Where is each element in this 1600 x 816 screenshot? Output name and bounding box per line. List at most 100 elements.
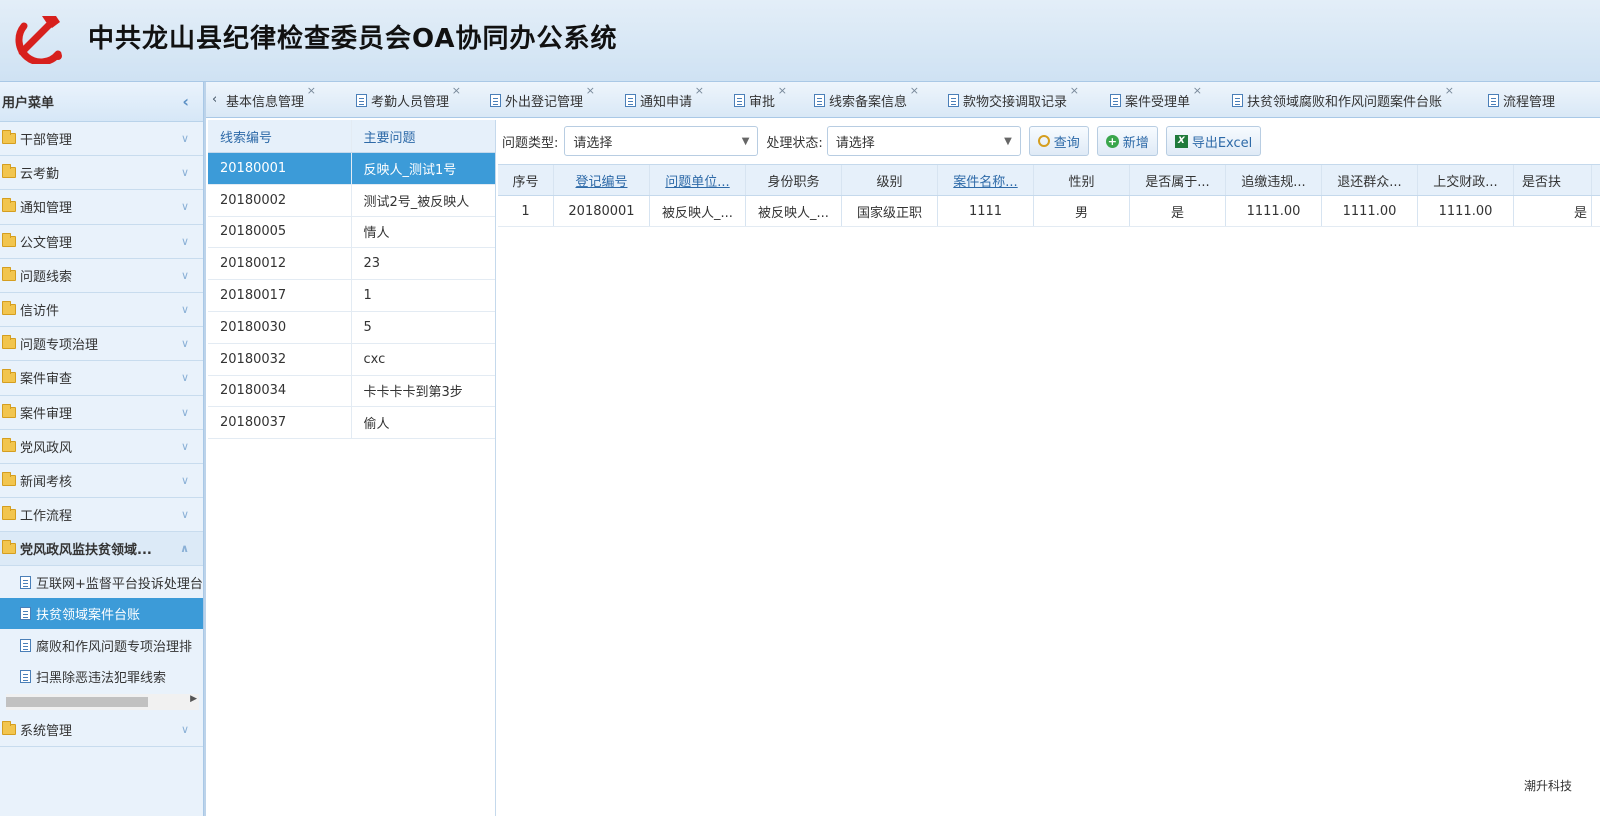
close-tab-icon[interactable]: × xyxy=(695,84,704,97)
tab[interactable]: 通知申请 × xyxy=(625,82,704,117)
close-tab-icon[interactable]: × xyxy=(586,84,595,97)
clue-issue: 情人 xyxy=(363,226,390,242)
menu-item-expanded[interactable]: 党风政风监扶贫领域... ∧ xyxy=(0,532,203,567)
menu-item-label: 干部管理 xyxy=(20,133,73,149)
clue-row[interactable]: 20180034 卡卡卡卡到第3步 xyxy=(208,375,495,408)
chevron-down-icon: ∨ xyxy=(180,166,189,180)
add-button[interactable]: + 新增 xyxy=(1096,126,1158,156)
folder-icon xyxy=(2,506,16,521)
column-header[interactable]: 级别 xyxy=(842,165,938,195)
export-label: 导出Excel xyxy=(1191,135,1253,151)
scroll-right-icon[interactable]: ▶ xyxy=(190,694,197,704)
clue-row[interactable]: 20180030 5 xyxy=(208,311,495,344)
clue-row[interactable]: 20180002 测试2号_被反映人 xyxy=(208,184,495,217)
menu-item[interactable]: 干部管理 ∨ xyxy=(0,122,203,157)
column-header[interactable]: 性别 xyxy=(1034,165,1130,195)
column-header[interactable]: 登记编号 xyxy=(554,165,650,195)
column-header[interactable]: 问题单位... xyxy=(650,165,746,195)
menu-item[interactable]: 公文管理 ∨ xyxy=(0,225,203,259)
column-header[interactable]: 序号 xyxy=(498,165,554,195)
column-header[interactable]: 是否扶 xyxy=(1514,165,1592,195)
chevron-down-icon: ∨ xyxy=(180,473,189,487)
document-icon xyxy=(20,607,31,621)
tab-scroll-left-icon[interactable]: ‹ xyxy=(212,92,217,107)
column-header[interactable]: 退还群众... xyxy=(1322,165,1418,195)
submenu-item-active[interactable]: 扶贫领域案件台账 xyxy=(0,597,203,630)
horizontal-scrollbar[interactable]: ▶ xyxy=(6,694,199,711)
close-tab-icon[interactable]: × xyxy=(778,84,787,97)
column-header[interactable]: 是否属于... xyxy=(1130,165,1226,195)
menu-item[interactable]: 信访件 ∨ xyxy=(0,293,203,328)
close-tab-icon[interactable]: × xyxy=(307,84,316,97)
column-header[interactable]: 案件名称... xyxy=(938,165,1034,195)
status-select[interactable]: 请选择 ▼ xyxy=(826,126,1021,156)
tab-label: 线索备案信息 xyxy=(829,94,908,110)
clue-id: 20180034 xyxy=(208,375,352,407)
menu-item[interactable]: 新闻考核 ∨ xyxy=(0,464,203,499)
sidebar-title: 用户菜单 xyxy=(2,96,55,111)
chevron-down-icon: ∨ xyxy=(180,268,189,282)
collapse-sidebar-icon[interactable]: ‹ xyxy=(182,92,189,111)
menu-item[interactable]: 问题线索 ∨ xyxy=(0,259,203,293)
tab[interactable]: 考勤人员管理 × xyxy=(356,82,461,117)
menu-item[interactable]: 工作流程 ∨ xyxy=(0,498,203,533)
column-header[interactable]: 追缴违规... xyxy=(1226,165,1322,195)
menu-item[interactable]: 党风政风 ∨ xyxy=(0,430,203,464)
clue-row[interactable]: 20180032 cxc xyxy=(208,343,495,376)
close-tab-icon[interactable]: × xyxy=(1445,84,1454,97)
tab[interactable]: 款物交接调取记录 × xyxy=(948,82,1079,117)
folder-icon xyxy=(2,232,16,247)
close-tab-icon[interactable]: × xyxy=(1070,84,1079,97)
column-header[interactable]: 线索编号 xyxy=(208,120,352,152)
close-tab-icon[interactable]: × xyxy=(910,84,919,97)
menu-item[interactable]: 通知管理 ∨ xyxy=(0,190,203,225)
close-tab-icon[interactable]: × xyxy=(1193,84,1202,97)
submenu-item-label: 腐败和作风问题专项治理排 xyxy=(36,639,193,655)
search-icon xyxy=(1037,135,1050,147)
clue-issue: 反映人_测试1号 xyxy=(363,162,457,178)
table-cell: 1 xyxy=(498,196,554,226)
chevron-down-icon: ∨ xyxy=(180,439,189,453)
table-row[interactable]: 1 20180001 被反映人_... 被反映人_... 国家级正职 1111 … xyxy=(498,196,1600,227)
tab[interactable]: 流程管理 xyxy=(1488,82,1555,117)
tab[interactable]: 审批 × xyxy=(734,82,787,117)
menu-item[interactable]: 问题专项治理 ∨ xyxy=(0,327,203,362)
menu-item-label: 通知管理 xyxy=(20,201,73,217)
submenu-item[interactable]: 扫黑除恶违法犯罪线索 xyxy=(0,661,203,693)
folder-icon xyxy=(2,164,16,179)
column-header[interactable]: 主要问题 xyxy=(352,120,496,152)
folder-icon xyxy=(2,540,16,555)
chevron-down-icon: ∨ xyxy=(180,371,189,385)
close-tab-icon[interactable]: × xyxy=(452,84,461,97)
menu-item[interactable]: 案件审查 ∨ xyxy=(0,361,203,396)
menu-item[interactable]: 案件审理 ∨ xyxy=(0,396,203,430)
menu-item[interactable]: 云考勤 ∨ xyxy=(0,156,203,191)
tab[interactable]: 外出登记管理 × xyxy=(490,82,595,117)
menu-item-label: 云考勤 xyxy=(20,167,60,183)
clue-issue: 23 xyxy=(363,256,381,272)
export-excel-button[interactable]: X 导出Excel xyxy=(1165,126,1262,156)
document-icon xyxy=(948,93,959,107)
sidebar-splitter[interactable] xyxy=(204,82,206,816)
clue-row[interactable]: 20180012 23 xyxy=(208,248,495,281)
column-header[interactable]: 上交财政... xyxy=(1418,165,1514,195)
menu-item[interactable]: 系统管理 ∨ xyxy=(0,712,203,747)
submenu-item[interactable]: 腐败和作风问题专项治理排 xyxy=(0,629,203,661)
table-cell: 男 xyxy=(1034,196,1130,226)
query-button[interactable]: 查询 xyxy=(1028,126,1089,156)
problem-type-select[interactable]: 请选择 ▼ xyxy=(564,126,759,156)
tab[interactable]: 案件受理单 × xyxy=(1110,82,1202,117)
tab[interactable]: 基本信息管理 × xyxy=(226,82,316,117)
clue-row-selected[interactable]: 20180001 反映人_测试1号 xyxy=(208,153,495,185)
document-icon xyxy=(490,93,501,107)
clue-row[interactable]: 20180005 情人 xyxy=(208,216,495,249)
scrollbar-thumb[interactable] xyxy=(6,697,148,708)
submenu-item[interactable]: 互联网+监督平台投诉处理台 xyxy=(0,566,203,598)
clue-row[interactable]: 20180037 偷人 xyxy=(208,407,495,440)
grid-header: 序号 登记编号 问题单位... 身份职务 级别 案件名称... 性别 是否属于.… xyxy=(498,164,1600,196)
query-label: 查询 xyxy=(1053,135,1080,151)
clue-row[interactable]: 20180017 1 xyxy=(208,280,495,312)
tab[interactable]: 线索备案信息 × xyxy=(814,82,919,117)
column-header[interactable]: 身份职务 xyxy=(746,165,842,195)
tab[interactable]: 扶贫领域腐败和作风问题案件台账 × xyxy=(1232,82,1454,117)
